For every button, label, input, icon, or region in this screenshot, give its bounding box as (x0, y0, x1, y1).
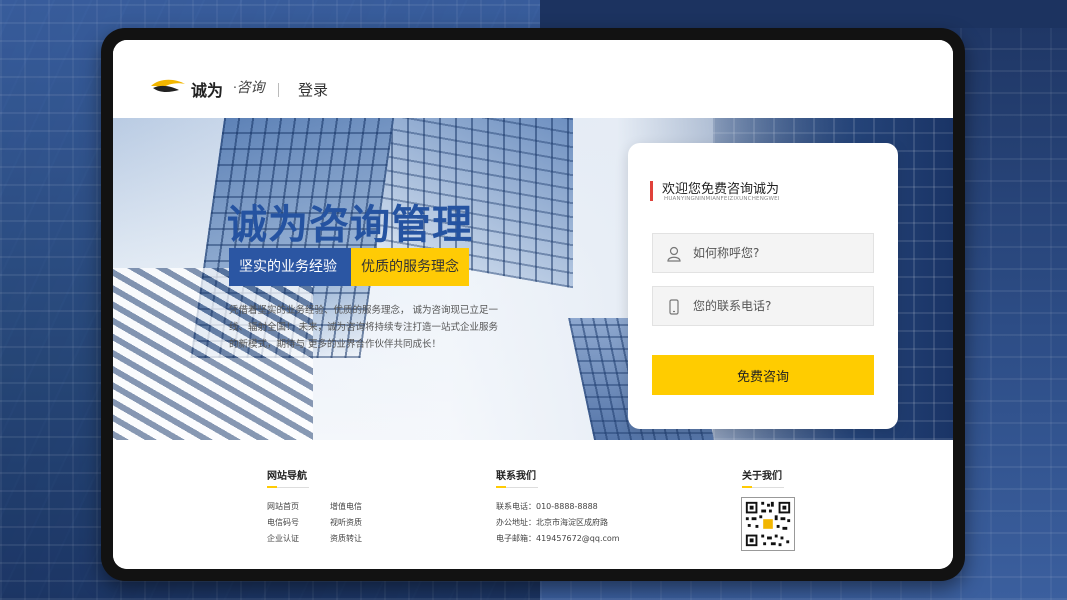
form-subtitle: HUANYINGNINMIANFEIZIXUNCHENGWEI (664, 196, 780, 202)
footer-nav-title: 网站导航 (267, 467, 309, 488)
hero-title: 诚为咨询管理 (227, 202, 473, 248)
user-icon (667, 246, 681, 262)
logo-subtext: ·咨询 (233, 81, 265, 96)
footer-link[interactable]: 网站首页 (267, 501, 299, 512)
phone-field[interactable] (652, 286, 874, 326)
form-title: 欢迎您免费咨询诚为 (662, 182, 780, 197)
login-link[interactable]: 登录 (298, 79, 328, 100)
building-image (113, 268, 313, 440)
phone-icon (669, 299, 679, 315)
hero-description: 凭借着坚实的业务经验、优质的服务理念， 诚为咨询现已立足一线、辐射全国！ 未来，… (229, 305, 499, 350)
qr-code-icon (741, 497, 795, 551)
tablet-screen: 诚为 ·咨询 登录 诚为咨询管理 坚实的业务经验 优质的服务理念 凭借着坚实的业… (113, 40, 953, 569)
tablet-frame: 诚为 ·咨询 登录 诚为咨询管理 坚实的业务经验 优质的服务理念 凭借着坚实的业… (101, 28, 965, 581)
phone-input[interactable] (693, 287, 868, 325)
footer-link[interactable]: 电信码号 (267, 517, 299, 528)
name-input[interactable] (693, 234, 868, 272)
footer-contact-title-text: 联系我们 (496, 471, 536, 482)
contact-phone: 联系电话：010-8888-8888 (496, 502, 598, 511)
header-divider (278, 83, 279, 97)
footer-link[interactable]: 视听资质 (330, 517, 362, 528)
contact-email: 电子邮箱：419457672@qq.com (496, 534, 620, 543)
title-accent-bar (650, 181, 653, 201)
logo-text: 诚为 (191, 83, 224, 100)
footer-about-title-text: 关于我们 (742, 471, 782, 482)
footer-contact-title: 联系我们 (496, 467, 538, 488)
footer-nav-title-text: 网站导航 (267, 471, 307, 482)
footer-link[interactable]: 增值电信 (330, 501, 362, 512)
footer-link[interactable]: 企业认证 (267, 533, 299, 544)
background-block (540, 0, 1067, 28)
tag-experience: 坚实的业务经验 (229, 248, 351, 286)
name-field[interactable] (652, 233, 874, 273)
header: 诚为 ·咨询 登录 (113, 40, 953, 118)
contact-address: 办公地址：北京市海淀区成府路 (496, 518, 608, 527)
consult-form-card: 欢迎您免费咨询诚为 HUANYINGNINMIANFEIZIXUNCHENGWE… (628, 143, 898, 429)
footer-about-title: 关于我们 (742, 467, 784, 488)
logo-icon (151, 79, 185, 92)
tag-service: 优质的服务理念 (351, 248, 469, 286)
footer-link[interactable]: 资质转让 (330, 533, 362, 544)
footer: 网站导航 网站首页 增值电信 电信码号 视听资质 企业认证 资质转让 联系我们 … (113, 440, 953, 569)
submit-button[interactable]: 免费咨询 (652, 355, 874, 395)
